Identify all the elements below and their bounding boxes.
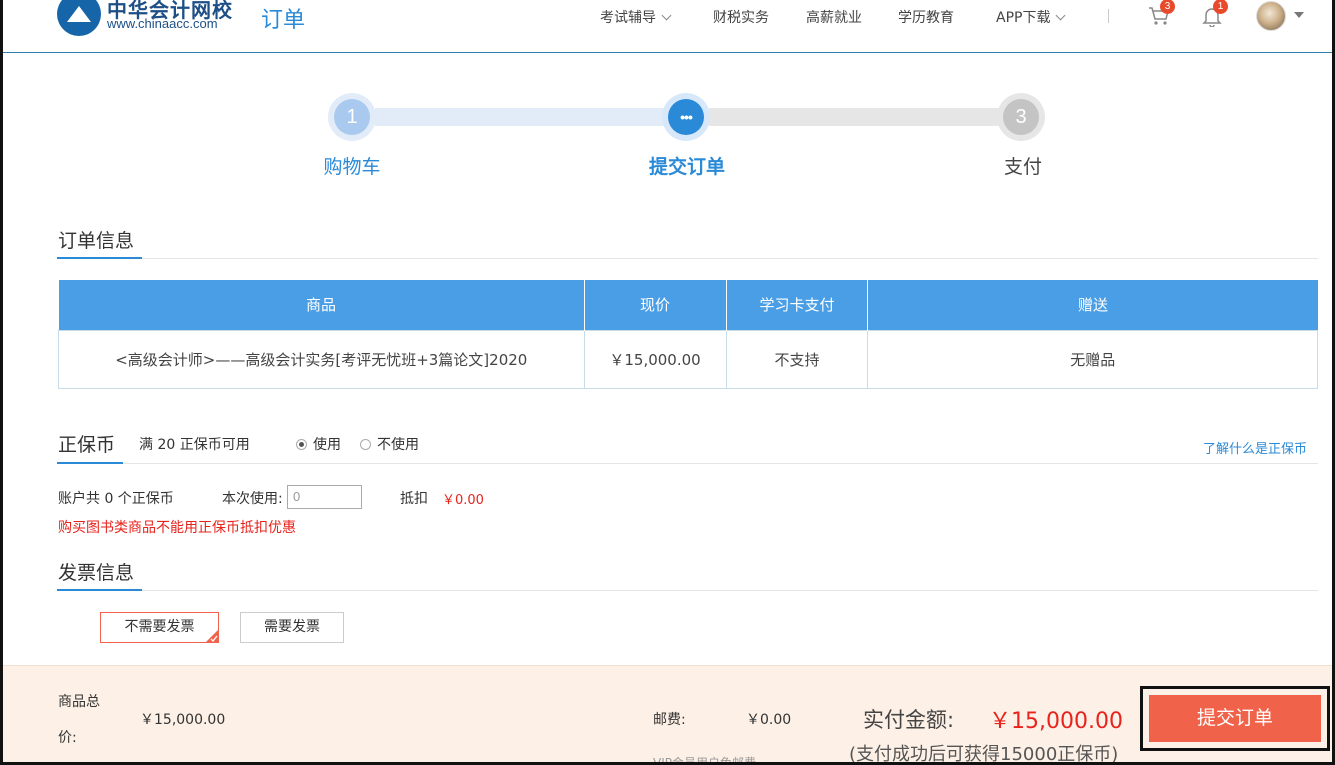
coin-info-link[interactable]: 了解什么是正保币 bbox=[1203, 438, 1307, 457]
step-2: ••• bbox=[662, 93, 710, 141]
logo-icon[interactable] bbox=[57, 0, 101, 36]
step-track-done bbox=[375, 108, 665, 126]
caret-down-icon[interactable] bbox=[1294, 12, 1304, 18]
radio-no-coin[interactable]: 不使用 bbox=[360, 434, 419, 454]
col-header-price: 现价 bbox=[584, 280, 727, 330]
divider bbox=[57, 590, 1318, 591]
section-title-invoice: 发票信息 bbox=[58, 562, 135, 584]
submit-highlight: 提交订单 bbox=[1140, 686, 1330, 751]
cell-study-card: 不支持 bbox=[725, 329, 869, 389]
goods-total-value: ￥15,000.00 bbox=[140, 712, 226, 728]
goods-total-label: 商品总 bbox=[58, 694, 100, 710]
step-3: 3 bbox=[997, 93, 1045, 141]
cell-price: ￥15,000.00 bbox=[583, 329, 727, 389]
page-title: 订单 bbox=[261, 8, 306, 33]
logo-url[interactable]: www.chinaacc.com bbox=[107, 16, 218, 31]
divider bbox=[57, 463, 1318, 464]
step-label-pay: 支付 bbox=[1003, 156, 1042, 178]
pay-amount-value: ￥15,000.00 bbox=[989, 709, 1123, 734]
invoice-option-need[interactable]: 需要发票 bbox=[240, 612, 344, 643]
cell-product-name: <高级会计师>——高级会计实务[考评无忧班+3篇论文]2020 bbox=[58, 329, 585, 389]
deduct-value: ￥0.00 bbox=[442, 493, 484, 508]
selected-check-icon bbox=[205, 629, 219, 643]
step-number: 1 bbox=[334, 99, 370, 135]
order-summary-bar: 商品总 价: ￥15,000.00 邮费: ￥0.00 VIP会员用户免邮费 实… bbox=[3, 665, 1332, 765]
col-header-product: 商品 bbox=[58, 280, 585, 330]
cell-gift: 无赠品 bbox=[867, 329, 1318, 389]
section-title-coin: 正保币 bbox=[58, 434, 116, 456]
page: 中华会计网校 www.chinaacc.com 订单 考试辅导 财税实务 高薪就… bbox=[0, 0, 1335, 765]
step-track-todo bbox=[709, 108, 999, 126]
chevron-down-icon bbox=[1056, 10, 1066, 21]
section-title-order-info: 订单信息 bbox=[58, 230, 135, 252]
nav-label: 考试辅导 bbox=[600, 10, 656, 26]
invoice-option-none[interactable]: 不需要发票 bbox=[100, 612, 219, 643]
nav-app-download[interactable]: APP下载 bbox=[996, 7, 1066, 27]
postage-value: ￥0.00 bbox=[746, 712, 792, 728]
chevron-down-icon bbox=[661, 10, 672, 21]
postage-note: VIP会员用户免邮费 bbox=[653, 756, 756, 765]
step-label-cart: 购物车 bbox=[323, 156, 381, 178]
submit-order-button[interactable]: 提交订单 bbox=[1149, 695, 1321, 742]
divider bbox=[57, 258, 1318, 259]
avatar[interactable] bbox=[1256, 1, 1286, 31]
step-number: 3 bbox=[1003, 99, 1039, 135]
section-underline bbox=[57, 257, 142, 259]
postage-label: 邮费: bbox=[653, 712, 686, 728]
step-1: 1 bbox=[328, 93, 376, 141]
coin-use-input[interactable]: 0 bbox=[287, 485, 362, 509]
deduct-label: 抵扣 bbox=[400, 491, 428, 507]
pay-amount-label: 实付金额: bbox=[863, 708, 955, 732]
section-underline bbox=[57, 589, 142, 591]
radio-label: 不使用 bbox=[377, 437, 419, 453]
nav-exam-tutoring[interactable]: 考试辅导 bbox=[600, 7, 672, 27]
table-row: <高级会计师>——高级会计实务[考评无忧班+3篇论文]2020 ￥15,000.… bbox=[58, 329, 1318, 389]
nav-jobs[interactable]: 高薪就业 bbox=[806, 7, 862, 27]
coin-balance: 账户共 0 个正保币 bbox=[58, 491, 174, 507]
nav-divider bbox=[1108, 9, 1109, 23]
nav-education[interactable]: 学历教育 bbox=[898, 7, 954, 27]
step-label-submit-order: 提交订单 bbox=[648, 156, 725, 178]
notification-count-badge: 1 bbox=[1213, 0, 1228, 14]
coin-warning: 购买图书类商品不能用正保币抵扣优惠 bbox=[58, 520, 296, 536]
radio-label: 使用 bbox=[313, 437, 341, 453]
top-header: 中华会计网校 www.chinaacc.com 订单 考试辅导 财税实务 高薪就… bbox=[3, 0, 1332, 53]
pay-reward-note: (支付成功后可获得15000正保币) bbox=[849, 744, 1119, 765]
col-header-study-card: 学习卡支付 bbox=[726, 280, 869, 330]
goods-total-label: 价: bbox=[58, 730, 77, 746]
radio-unchecked-icon bbox=[360, 439, 371, 450]
coin-desc: 满 20 正保币可用 bbox=[139, 437, 250, 453]
col-header-gift: 赠送 bbox=[867, 280, 1318, 330]
radio-use-coin[interactable]: 使用 bbox=[296, 434, 341, 454]
nav-label: APP下载 bbox=[996, 10, 1051, 26]
cart-count-badge: 3 bbox=[1160, 0, 1175, 14]
order-table: 商品 现价 学习卡支付 赠送 <高级会计师>——高级会计实务[考评无忧班+3篇论… bbox=[58, 280, 1318, 389]
table-header-row: 商品 现价 学习卡支付 赠送 bbox=[58, 280, 1318, 330]
more-dots-icon: ••• bbox=[668, 99, 704, 135]
nav-tax-practice[interactable]: 财税实务 bbox=[713, 7, 769, 27]
radio-checked-icon bbox=[296, 439, 307, 450]
coin-use-label: 本次使用: bbox=[222, 491, 283, 507]
invoice-option-label: 不需要发票 bbox=[124, 619, 195, 635]
section-underline bbox=[57, 462, 123, 464]
